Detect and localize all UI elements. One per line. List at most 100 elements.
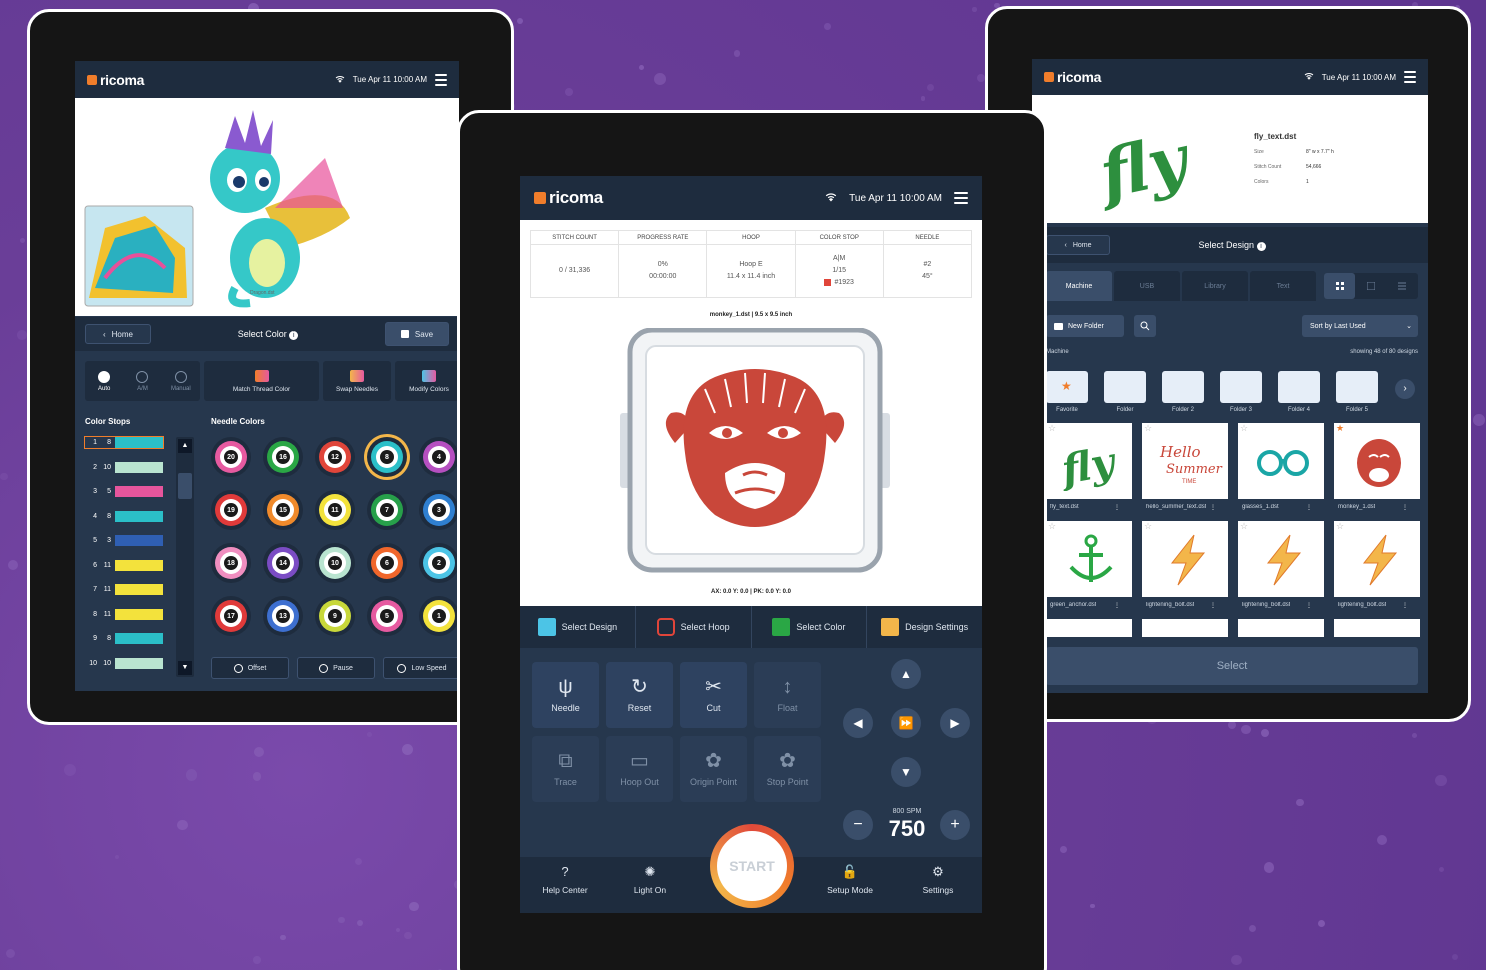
needle-16[interactable]: 16	[263, 437, 303, 477]
design-card[interactable]: ☆ green_anchor.dst ⋮	[1046, 521, 1132, 613]
color-stop-row[interactable]: 6 11	[85, 559, 163, 571]
nav-settings[interactable]: ⚙ Settings	[908, 865, 968, 896]
needle-button[interactable]: ψ Needle	[532, 662, 599, 728]
save-button[interactable]: Save	[385, 322, 449, 346]
list-view-icon[interactable]	[1387, 273, 1418, 299]
color-stop-row[interactable]: 10 10	[85, 657, 163, 669]
jog-center-button[interactable]: ⏩	[891, 708, 921, 738]
offset-button[interactable]: Offset	[211, 657, 289, 679]
reset-button[interactable]: ↻ Reset	[606, 662, 673, 728]
design-card-partial[interactable]	[1142, 619, 1228, 637]
sort-select[interactable]: Sort by Last Used ⌄	[1302, 315, 1418, 337]
float-button[interactable]: ↕ Float	[754, 662, 821, 728]
scroll-down-icon[interactable]: ▼	[178, 661, 192, 675]
color-stop-row[interactable]: 18	[84, 436, 164, 449]
tab-library[interactable]: Library	[1182, 271, 1248, 301]
more-options-icon[interactable]: ⋮	[1210, 602, 1216, 609]
color-stop-row[interactable]: 7 11	[85, 584, 163, 595]
needle-18[interactable]: 18	[211, 543, 251, 583]
needle-12[interactable]: 12	[315, 437, 355, 477]
more-options-icon[interactable]: ⋮	[1210, 504, 1216, 511]
needle-7[interactable]: 7	[367, 490, 407, 530]
color-stop-row[interactable]: 53	[85, 535, 163, 546]
needle-20[interactable]: 20	[211, 437, 251, 477]
more-options-icon[interactable]: ⋮	[1306, 504, 1312, 511]
stop-point-button[interactable]: ✿ Stop Point	[754, 736, 821, 802]
scroll-thumb[interactable]	[178, 473, 192, 499]
needle-13[interactable]: 13	[263, 596, 303, 636]
tab-design-settings[interactable]: Design Settings	[866, 606, 982, 648]
color-stop-row[interactable]: 2 10	[85, 461, 163, 473]
color-stop-row[interactable]: 8 11	[85, 608, 163, 620]
needle-3[interactable]: 3	[419, 490, 459, 530]
speed-increase-button[interactable]: +	[940, 810, 970, 840]
color-stop-row[interactable]: 35	[85, 486, 163, 497]
design-card[interactable]: ☆ fly fly_text.dst ⋮	[1046, 423, 1132, 515]
start-button[interactable]: START	[710, 824, 794, 908]
cut-button[interactable]: ✂ Cut	[680, 662, 747, 728]
needle-6[interactable]: 6	[367, 543, 407, 583]
color-stop-row[interactable]: 48	[85, 510, 163, 522]
tab-select-color[interactable]: Select Color	[750, 606, 867, 648]
origin-point-button[interactable]: ✿ Origin Point	[680, 736, 747, 802]
tab-machine[interactable]: Machine	[1046, 271, 1112, 301]
needle-1[interactable]: 1	[419, 596, 459, 636]
nav-setup-mode[interactable]: 🔓 Setup Mode	[820, 865, 880, 896]
needle-2[interactable]: 2	[419, 543, 459, 583]
tool-swap-needles[interactable]: Swap Needles	[323, 361, 391, 401]
low-speed-button[interactable]: Low Speed	[383, 657, 459, 679]
more-options-icon[interactable]: ⋮	[1402, 504, 1408, 511]
design-card-partial[interactable]	[1334, 619, 1420, 637]
menu-icon[interactable]	[435, 71, 447, 89]
folder-folder-2[interactable]	[1162, 371, 1204, 403]
needle-8[interactable]: 8	[367, 437, 407, 477]
info-icon[interactable]: i	[1256, 241, 1266, 251]
needle-4[interactable]: 4	[419, 437, 459, 477]
search-button[interactable]	[1134, 315, 1156, 337]
grid-small-icon[interactable]	[1355, 273, 1386, 299]
menu-icon[interactable]	[1404, 68, 1416, 86]
design-card[interactable]: ★ monkey_1.dst ⋮	[1334, 423, 1420, 515]
design-card-partial[interactable]	[1238, 619, 1324, 637]
mode-auto[interactable]: Auto	[85, 361, 123, 401]
more-options-icon[interactable]: ⋮	[1114, 504, 1120, 511]
tab-select-hoop[interactable]: Select Hoop	[634, 606, 751, 648]
menu-icon[interactable]	[954, 189, 968, 207]
needle-17[interactable]: 17	[211, 596, 251, 636]
more-options-icon[interactable]: ⋮	[1306, 602, 1312, 609]
needle-5[interactable]: 5	[367, 596, 407, 636]
tool-modify-colors[interactable]: Modify Colors	[395, 361, 459, 401]
folder-favorite[interactable]: ★	[1046, 371, 1088, 403]
tab-select-design[interactable]: Select Design	[520, 606, 635, 648]
color-stop-row[interactable]: 98	[85, 633, 163, 644]
info-icon[interactable]: i	[289, 330, 299, 340]
trace-button[interactable]: ⧉ Trace	[532, 736, 599, 802]
next-folders-button[interactable]: ›	[1395, 379, 1415, 399]
new-folder-button[interactable]: New Folder	[1046, 315, 1124, 337]
folder-folder-5[interactable]	[1336, 371, 1378, 403]
more-options-icon[interactable]: ⋮	[1114, 602, 1120, 609]
mode-manual[interactable]: Manual	[162, 361, 200, 401]
design-card[interactable]: ☆ glasses_1.dst ⋮	[1238, 423, 1324, 515]
folder-folder[interactable]	[1104, 371, 1146, 403]
scroll-up-icon[interactable]: ▲	[178, 439, 192, 453]
needle-10[interactable]: 10	[315, 543, 355, 583]
design-card[interactable]: ☆ lightening_bolt.dst ⋮	[1334, 521, 1420, 613]
design-card-partial[interactable]	[1046, 619, 1132, 637]
select-button[interactable]: Select	[1046, 647, 1418, 685]
hoop-out-button[interactable]: ▭ Hoop Out	[606, 736, 673, 802]
jog-down-button[interactable]: ▼	[891, 757, 921, 787]
stops-scrollbar[interactable]: ▲ ▼	[176, 437, 194, 677]
design-card[interactable]: ☆ lightening_bolt.dst ⋮	[1142, 521, 1228, 613]
needle-15[interactable]: 15	[263, 490, 303, 530]
nav-light-on[interactable]: ✺ Light On	[620, 865, 680, 896]
needle-14[interactable]: 14	[263, 543, 303, 583]
home-button[interactable]: ‹ Home	[85, 324, 151, 344]
needle-19[interactable]: 19	[211, 490, 251, 530]
tab-usb[interactable]: USB	[1114, 271, 1180, 301]
nav-help-center[interactable]: ? Help Center	[535, 865, 595, 896]
tool-match-thread-color[interactable]: Match Thread Color	[204, 361, 319, 401]
grid-large-icon[interactable]	[1324, 273, 1356, 299]
design-card[interactable]: ☆ lightening_bolt.dst ⋮	[1238, 521, 1324, 613]
jog-left-button[interactable]: ◀	[843, 708, 873, 738]
